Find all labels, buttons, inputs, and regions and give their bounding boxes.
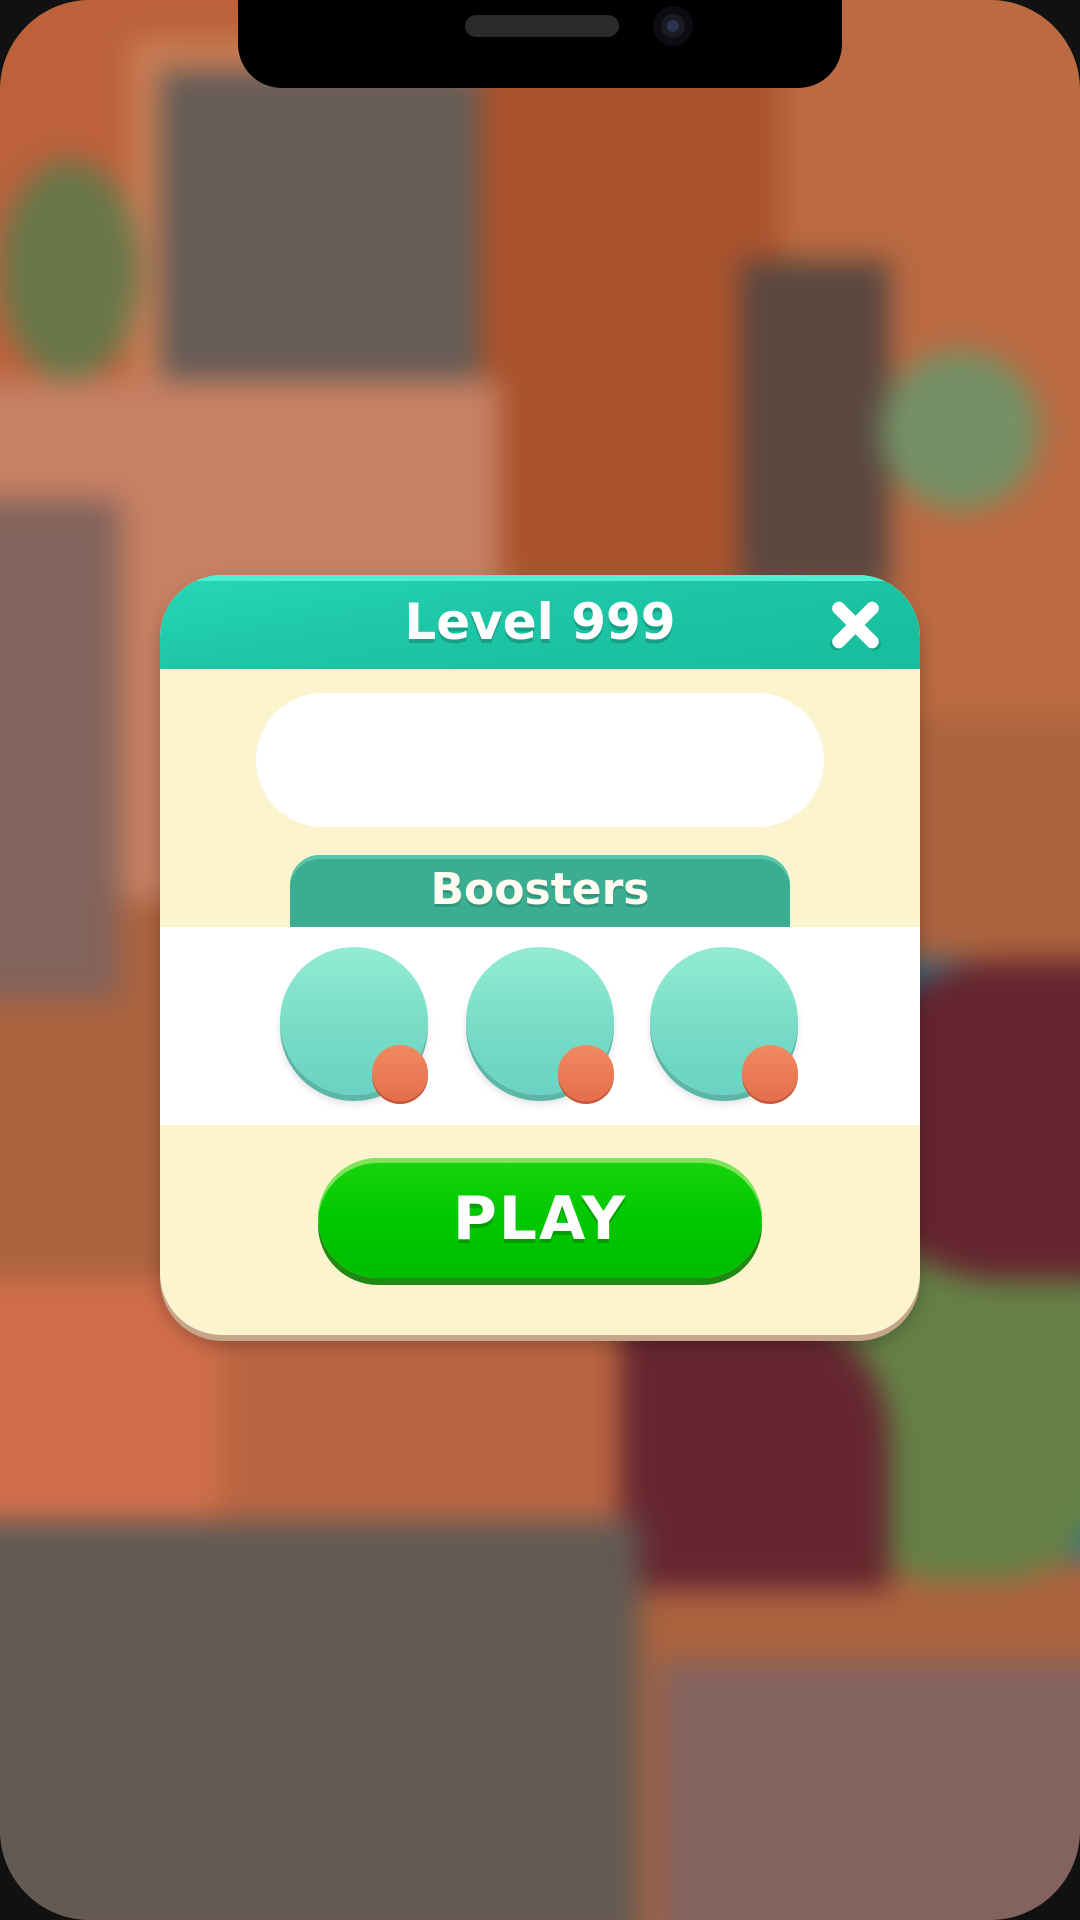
front-camera-icon [653,6,693,46]
booster-slot-3[interactable] [650,947,798,1101]
booster-slot-2[interactable] [466,947,614,1101]
speaker-grille [465,15,619,37]
booster-count-badge [742,1045,798,1101]
device-frame: Level 999 Boosters PLAY [0,0,1080,1920]
booster-slot-1[interactable] [280,947,428,1101]
boosters-header: Boosters [290,855,790,927]
device-notch [238,0,842,88]
booster-count-badge [558,1045,614,1101]
boosters-label: Boosters [430,864,650,915]
game-screen: Level 999 Boosters PLAY [0,0,1080,1920]
level-start-dialog: Level 999 Boosters PLAY [160,575,920,1335]
level-info-box [256,693,824,827]
play-button-label: PLAY [452,1184,628,1254]
booster-count-badge [372,1045,428,1101]
close-icon[interactable] [827,597,883,653]
play-button[interactable]: PLAY [318,1158,762,1278]
dialog-title: Level 999 [404,593,676,651]
dialog-header: Level 999 [160,575,920,669]
